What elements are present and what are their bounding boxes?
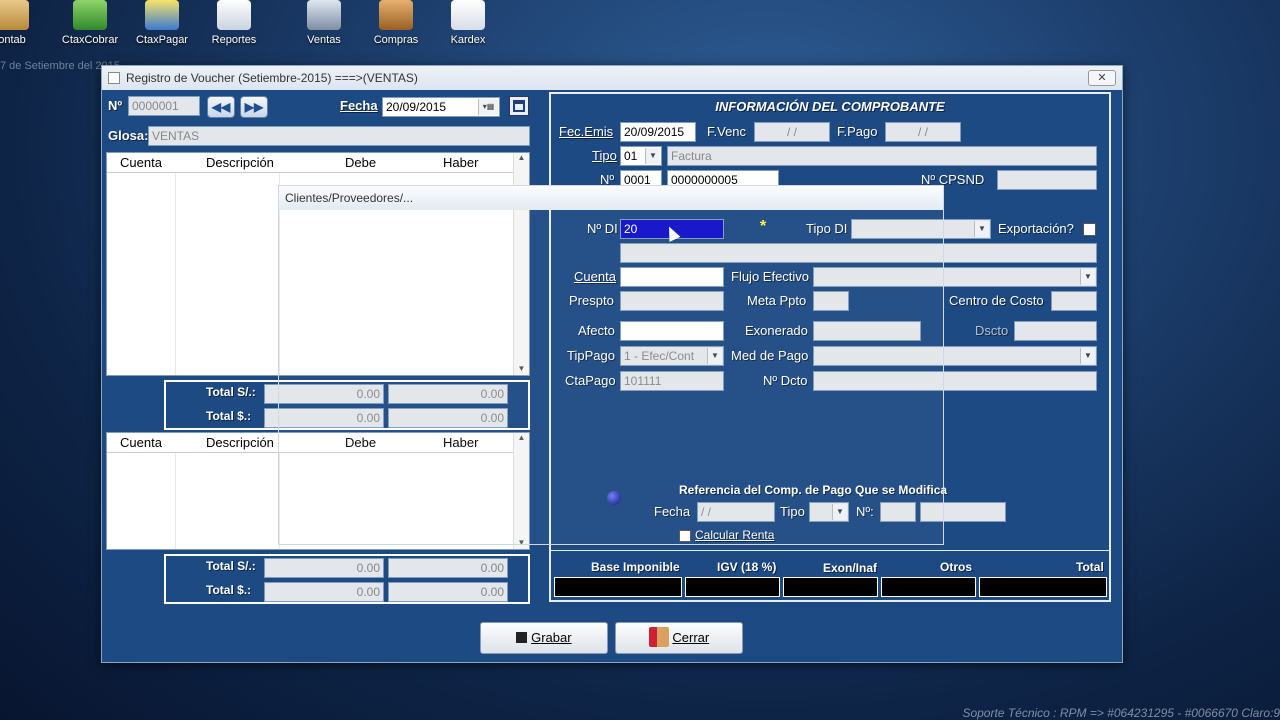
igv-label: IGV (18 %) xyxy=(717,560,777,574)
cerrar-label: Cerrar xyxy=(672,630,710,645)
totals-lower: Total S/.: 0.00 0.00 Total $.: 0.00 0.00 xyxy=(164,554,530,604)
col-cuenta: Cuenta xyxy=(120,155,162,170)
chevron-down-icon[interactable]: ▼ xyxy=(645,148,660,164)
prev-button[interactable]: ◀◀ xyxy=(207,96,235,118)
grabar-button[interactable]: Grabar xyxy=(480,622,608,654)
close-button[interactable]: ✕ xyxy=(1088,70,1116,86)
total-value xyxy=(979,577,1107,597)
base-imponible-value xyxy=(554,577,682,597)
desktop-icon-contab[interactable]: ontab xyxy=(0,0,52,52)
person-icon xyxy=(145,0,179,30)
fvenc-label: F.Venc xyxy=(707,124,747,139)
scroll-up-icon[interactable]: ▲ xyxy=(514,153,529,162)
calendar-dropdown-icon[interactable]: ▾▦ xyxy=(478,99,498,115)
fpago-label: F.Pago xyxy=(837,124,878,139)
otros-value xyxy=(881,577,976,597)
glosa-label: Glosa: xyxy=(108,128,149,143)
tipo-label: Tipo xyxy=(592,148,617,163)
total-label: Total xyxy=(1076,560,1104,574)
col-descripcion: Descripción xyxy=(206,155,274,170)
fvenc-field[interactable]: / / xyxy=(754,122,830,142)
exportacion-label: Exportación? xyxy=(998,221,1074,236)
dscto-field[interactable] xyxy=(1014,321,1097,341)
tipo-value: 01 xyxy=(624,149,638,163)
col-descripcion: Descripción xyxy=(206,435,274,450)
fpago-field[interactable]: / / xyxy=(885,122,961,142)
desktop-icon-kardex[interactable]: Kardex xyxy=(428,0,508,52)
num-label: Nº xyxy=(108,98,123,113)
igv-value xyxy=(685,577,780,597)
fec-emis-field[interactable]: 20/09/2015 xyxy=(620,122,696,142)
sales-icon xyxy=(307,0,341,30)
fecha-label: Fecha xyxy=(340,98,378,113)
rewind-icon: ◀◀ xyxy=(211,100,231,114)
glosa-field[interactable]: VENTAS xyxy=(148,126,530,146)
info-title: INFORMACIÓN DEL COMPROBANTE xyxy=(715,99,945,114)
exon-value xyxy=(783,577,878,597)
fecha-field[interactable]: 20/09/2015 ▾▦ xyxy=(382,97,500,117)
save-icon xyxy=(516,632,528,643)
next-button[interactable]: ▶▶ xyxy=(240,96,268,118)
total-dolares-debe: 0.00 xyxy=(264,582,384,602)
voucher-num-field[interactable]: 0000001 xyxy=(128,96,200,116)
grabar-label: Grabar xyxy=(531,630,572,645)
exportacion-checkbox[interactable] xyxy=(1083,223,1096,236)
total-soles-label: Total S/.: xyxy=(206,559,256,573)
forward-icon: ▶▶ xyxy=(244,100,264,114)
exit-door-icon xyxy=(648,627,669,647)
cerrar-button[interactable]: Cerrar xyxy=(615,622,743,654)
fec-emis-label: Fec.Emis xyxy=(559,124,614,139)
col-cuenta: Cuenta xyxy=(120,435,162,450)
box-icon xyxy=(379,0,413,30)
total-dolares-label: Total $.: xyxy=(206,583,252,597)
desktop-icon-ventas[interactable]: Ventas xyxy=(284,0,364,52)
desktop-icon-compras[interactable]: Compras xyxy=(356,0,436,52)
window-titlebar: Registro de Voucher (Setiembre-2015) ===… xyxy=(102,66,1122,90)
chevron-down-icon[interactable]: ▼ xyxy=(1080,348,1095,364)
total-soles-haber: 0.00 xyxy=(388,558,508,578)
desktop-icon-ctaxcobrar[interactable]: CtaxCobrar xyxy=(50,0,130,52)
kardex-icon xyxy=(451,0,485,30)
col-debe: Debe xyxy=(345,155,377,170)
base-imponible-label: Base Imponible xyxy=(591,560,680,574)
window-title: Registro de Voucher (Setiembre-2015) ===… xyxy=(126,71,418,85)
tipo-desc-field: Factura xyxy=(667,146,1097,166)
tipo-select[interactable]: 01 ▼ xyxy=(620,146,662,166)
chevron-down-icon[interactable]: ▼ xyxy=(974,221,989,237)
total-soles-debe: 0.00 xyxy=(264,558,384,578)
money-icon xyxy=(73,0,107,30)
contab-icon xyxy=(0,0,29,30)
grid-header: Cuenta Descripción Debe Haber xyxy=(107,153,529,173)
total-dolares-label: Total $.: xyxy=(206,409,252,423)
desktop-icon-reportes[interactable]: Reportes xyxy=(194,0,274,52)
report-icon xyxy=(217,0,251,30)
total-soles-label: Total S/.: xyxy=(206,385,256,399)
centro-costo-field[interactable] xyxy=(1051,291,1097,311)
desktop-icon-ctaxpagar[interactable]: CtaxPagar xyxy=(122,0,202,52)
chevron-down-icon[interactable]: ▼ xyxy=(1080,269,1095,285)
centro-costo-label: Centro de Costo xyxy=(949,293,1044,308)
col-haber: Haber xyxy=(443,155,479,170)
dscto-label: Dscto xyxy=(975,323,1009,338)
popup-body[interactable] xyxy=(279,210,943,546)
calendar-icon[interactable] xyxy=(509,96,529,116)
clientes-proveedores-popup[interactable]: Clientes/Proveedores/... xyxy=(278,185,944,545)
fecha-value: 20/09/2015 xyxy=(386,100,447,114)
popup-title: Clientes/Proveedores/... xyxy=(279,186,943,210)
desktop-footer-support: Soporte Técnico : RPM => #064231295 - #0… xyxy=(962,706,1280,720)
window-app-icon xyxy=(108,72,120,84)
otros-label: Otros xyxy=(940,560,973,574)
exon-label: Exon/Inaf xyxy=(823,561,878,575)
total-dolares-haber: 0.00 xyxy=(388,582,508,602)
cpsnd-field[interactable] xyxy=(997,170,1097,190)
